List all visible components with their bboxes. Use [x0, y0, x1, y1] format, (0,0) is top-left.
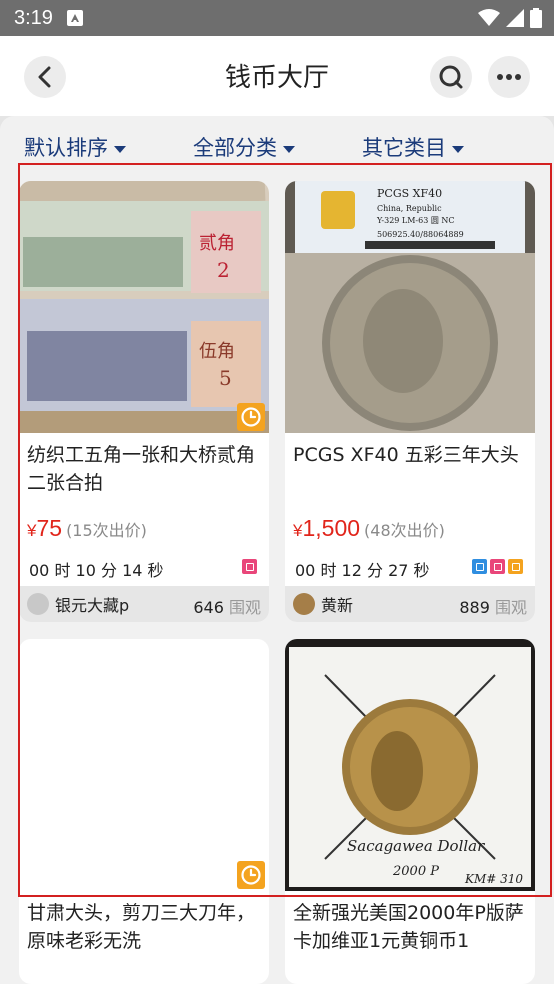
- svg-text:506925.40/88064889: 506925.40/88064889: [377, 230, 464, 239]
- bid-count: (15次出价): [66, 521, 147, 540]
- svg-text:Sacagawea Dollar: Sacagawea Dollar: [347, 837, 485, 855]
- item-title: PCGS XF40 五彩三年大头: [293, 444, 519, 466]
- filter-category[interactable]: 全部分类: [193, 132, 295, 162]
- current-price: ¥75: [27, 515, 63, 541]
- battery-icon: [530, 8, 542, 28]
- countdown-clock-icon: [237, 861, 265, 889]
- svg-text:2: 2: [217, 258, 230, 282]
- caret-down-icon: [283, 145, 295, 153]
- status-bar: 3:19: [0, 0, 554, 36]
- countdown-clock-icon: [237, 403, 265, 431]
- signal-icon: [506, 9, 524, 27]
- avatar: [27, 593, 49, 615]
- current-price: ¥1,500: [293, 515, 361, 541]
- svg-text:5: 5: [219, 366, 232, 390]
- verified-badge-icon: [472, 559, 487, 574]
- countdown-text: 00 时 12 分 27 秒: [295, 561, 430, 580]
- bid-count: (48次出价): [364, 521, 445, 540]
- search-button[interactable]: [430, 56, 472, 98]
- item-badges: [472, 559, 523, 574]
- svg-text:伍角: 伍角: [199, 341, 235, 362]
- svg-text:KM# 310: KM# 310: [464, 872, 523, 886]
- guarantee-badge-icon: [508, 559, 523, 574]
- status-time: 3:19: [14, 6, 53, 29]
- item-title: 纺织工五角一张和大桥贰角二张合拍: [27, 444, 256, 494]
- svg-text:PCGS XF40: PCGS XF40: [377, 187, 442, 200]
- auction-item-card[interactable]: Sacagawea Dollar 2000 P KM# 310 全新强光美国20…: [285, 639, 535, 984]
- caret-down-icon: [452, 145, 464, 153]
- filter-category-label: 全部分类: [193, 136, 277, 160]
- seller-bar[interactable]: 银元大藏p 646 围观: [19, 586, 269, 622]
- wifi-icon: [478, 9, 500, 26]
- price-row: ¥75 (15次出价): [27, 515, 147, 542]
- svg-text:2000 P: 2000 P: [392, 864, 439, 879]
- item-photo-blank: [19, 639, 269, 891]
- view-count: 646 围观: [193, 598, 261, 617]
- certified-badge-icon: [490, 559, 505, 574]
- seller-bar[interactable]: 黄新 889 围观: [285, 586, 535, 622]
- search-icon: [439, 65, 463, 89]
- banknote-photo: 贰角 2 伍角 5: [19, 181, 269, 433]
- filter-sort[interactable]: 默认排序: [24, 132, 126, 162]
- filter-other-label: 其它类目: [362, 136, 446, 160]
- more-dots-icon: [497, 74, 521, 80]
- filter-other[interactable]: 其它类目: [362, 132, 464, 162]
- avatar: [293, 593, 315, 615]
- auction-item-card[interactable]: 甘肃大头，剪刀三大刀年，原味老彩无洗: [19, 639, 269, 984]
- auction-item-card[interactable]: PCGS XF40 China, Republic Y-329 LM-63 圆 …: [285, 181, 535, 622]
- item-title: 甘肃大头，剪刀三大刀年，原味老彩无洗: [27, 902, 256, 952]
- item-title: 全新强光美国2000年P版萨卡加维亚1元黄铜币1: [293, 902, 524, 952]
- filter-sort-label: 默认排序: [24, 136, 108, 160]
- svg-text:China, Republic: China, Republic: [377, 204, 442, 213]
- filter-bar: 默认排序 全部分类 其它类目: [0, 128, 554, 164]
- auction-item-card[interactable]: 贰角 2 伍角 5 纺织工五角一张和大桥贰角二张合拍 ¥75 (15次出价) 0…: [19, 181, 269, 622]
- seller-name: 银元大藏p: [55, 596, 130, 615]
- price-row: ¥1,500 (48次出价): [293, 515, 445, 542]
- seller-name: 黄新: [321, 596, 354, 615]
- countdown-text: 00 时 10 分 14 秒: [29, 561, 164, 580]
- notification-a-icon: [66, 10, 83, 26]
- graded-coin-photo: PCGS XF40 China, Republic Y-329 LM-63 圆 …: [285, 181, 535, 433]
- app-header: 钱币大厅: [0, 36, 554, 116]
- svg-text:贰角: 贰角: [199, 233, 235, 254]
- caret-down-icon: [114, 145, 126, 153]
- more-button[interactable]: [488, 56, 530, 98]
- view-count: 889 围观: [459, 598, 527, 617]
- sacagawea-coin-photo: Sacagawea Dollar 2000 P KM# 310: [285, 639, 535, 891]
- certified-badge-icon: [242, 559, 257, 574]
- svg-text:Y-329 LM-63 圆 NC: Y-329 LM-63 圆 NC: [376, 216, 455, 225]
- item-badges: [242, 559, 257, 574]
